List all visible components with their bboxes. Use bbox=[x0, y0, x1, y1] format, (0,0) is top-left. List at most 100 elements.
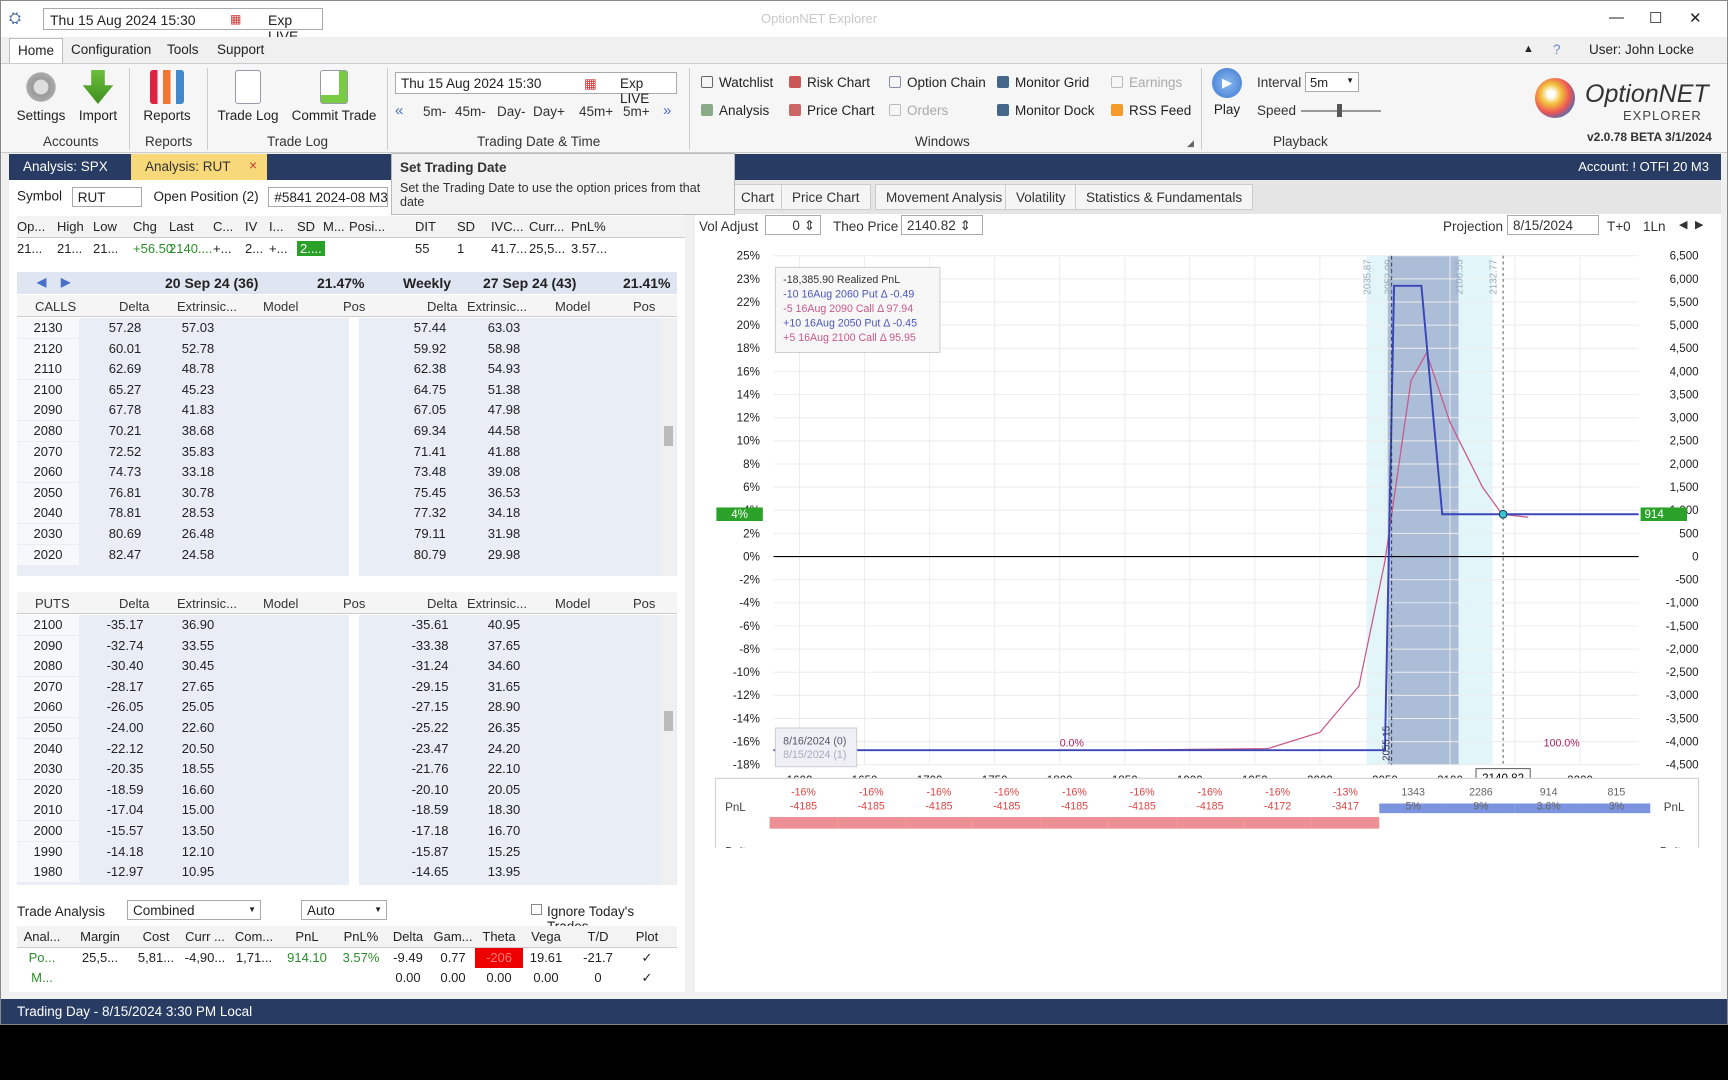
trade-analysis-mode-select[interactable]: Combined ▼ bbox=[127, 900, 261, 920]
call-row[interactable]: 2090 67.78 41.83 67.05 47.98 bbox=[17, 400, 661, 421]
quote-col-header[interactable]: SD bbox=[297, 219, 315, 234]
call-row[interactable]: 2110 62.69 48.78 62.38 54.93 bbox=[17, 359, 661, 380]
risk-chart[interactable]: 25% 6,500 23% 6,000 22% 5,500 20% 5,000 18% 4,500… bbox=[695, 248, 1721, 848]
account-label[interactable]: Account: ! OTFI 20 M3 bbox=[1578, 159, 1709, 174]
tab-movement-analysis[interactable]: Movement Analysis bbox=[875, 184, 1014, 210]
quote-col-header[interactable]: IV bbox=[245, 219, 257, 234]
put-row[interactable]: 2080 -30.40 30.45 -31.24 34.60 bbox=[17, 656, 661, 677]
quote-col-header[interactable]: SD bbox=[457, 219, 475, 234]
put-row[interactable]: 1980 -12.97 10.95 -14.65 13.95 bbox=[17, 862, 661, 883]
close-tab-icon[interactable]: × bbox=[249, 158, 257, 173]
help-icon[interactable]: ? bbox=[1553, 42, 1561, 57]
ta-row[interactable]: Po... 25,5... 5,81... -4,90... 1,71... 914.10… bbox=[17, 948, 677, 968]
ta-col-header[interactable]: Gam... bbox=[431, 929, 475, 944]
ta-col-header[interactable]: Com... bbox=[231, 929, 277, 944]
put-col-extrinsic-2[interactable]: Extrinsic... bbox=[467, 596, 527, 611]
monitor-grid-button[interactable]: Monitor Grid bbox=[997, 75, 1089, 90]
call-row[interactable]: 2130 57.28 57.03 57.44 63.03 bbox=[17, 318, 661, 338]
scroll-thumb[interactable] bbox=[664, 711, 673, 731]
quote-col-header[interactable]: PnL% bbox=[571, 219, 606, 234]
quote-col-header[interactable]: High bbox=[57, 219, 84, 234]
position-select[interactable]: #5841 2024-08 M3 bbox=[268, 187, 389, 207]
calls-scrollbar[interactable] bbox=[661, 318, 675, 576]
tab-volatility[interactable]: Volatility bbox=[1005, 184, 1077, 210]
earnings-button[interactable]: Earnings bbox=[1111, 75, 1182, 90]
menu-home[interactable]: Home bbox=[9, 38, 64, 64]
call-row[interactable]: 2020 82.47 24.58 80.79 29.98 bbox=[17, 544, 661, 565]
put-row[interactable]: 2070 -28.17 27.65 -29.15 31.65 bbox=[17, 676, 661, 697]
calendar-icon[interactable]: ▦ bbox=[584, 76, 597, 92]
quote-col-header[interactable]: Op... bbox=[17, 219, 45, 234]
step-day-plus[interactable]: Day+ bbox=[533, 104, 565, 119]
col-pos-2[interactable]: Pos bbox=[633, 299, 655, 314]
prev-projection-icon[interactable]: ◀ bbox=[1679, 218, 1687, 231]
slider-thumb[interactable] bbox=[1337, 104, 1342, 117]
call-row[interactable]: 2040 78.81 28.53 77.32 34.18 bbox=[17, 503, 661, 524]
maximize-icon[interactable]: ☐ bbox=[1649, 9, 1662, 27]
analysis-button[interactable]: Analysis bbox=[701, 103, 769, 118]
current-pnl-point[interactable] bbox=[1498, 509, 1508, 519]
date-entry[interactable]: 8/16/2024 (0) bbox=[783, 735, 846, 747]
ta-col-header[interactable]: Cost bbox=[133, 929, 179, 944]
auto-select[interactable]: Auto ▼ bbox=[301, 900, 387, 920]
col-delta-2[interactable]: Delta bbox=[427, 299, 457, 314]
menu-support[interactable]: Support bbox=[217, 42, 264, 57]
date-entry[interactable]: 8/15/2024 (1) bbox=[783, 749, 846, 761]
quote-col-header[interactable]: Chg bbox=[133, 219, 157, 234]
ln-label[interactable]: 1Ln bbox=[1643, 219, 1666, 234]
calendar-icon[interactable]: ▦ bbox=[230, 12, 241, 26]
play-button[interactable]: ▶ Play bbox=[1207, 68, 1247, 117]
commit-trade-button[interactable]: Commit Trade bbox=[289, 70, 379, 123]
put-col-delta-2[interactable]: Delta bbox=[427, 596, 457, 611]
put-row[interactable]: 2060 -26.05 25.05 -27.15 28.90 bbox=[17, 697, 661, 718]
step-back-icon[interactable]: « bbox=[395, 102, 403, 119]
call-row[interactable]: 2050 76.81 30.78 75.45 36.53 bbox=[17, 482, 661, 503]
ta-col-header[interactable]: PnL% bbox=[337, 929, 385, 944]
quote-col-header[interactable]: IVC... bbox=[491, 219, 524, 234]
scroll-thumb[interactable] bbox=[664, 426, 673, 446]
call-row[interactable]: 2070 72.52 35.83 71.41 41.88 bbox=[17, 441, 661, 462]
rss-feed-button[interactable]: RSS Feed bbox=[1111, 103, 1191, 118]
step-day-minus[interactable]: Day- bbox=[497, 104, 526, 119]
put-row[interactable]: 1990 -14.18 12.10 -15.87 15.25 bbox=[17, 841, 661, 862]
call-row[interactable]: 2100 65.27 45.23 64.75 51.38 bbox=[17, 379, 661, 400]
call-row[interactable]: 2060 74.73 33.18 73.48 39.08 bbox=[17, 462, 661, 483]
risk-chart-button[interactable]: Risk Chart bbox=[789, 75, 870, 90]
minimize-icon[interactable]: — bbox=[1609, 9, 1624, 26]
settings-button[interactable]: Settings bbox=[15, 70, 67, 123]
quote-col-header[interactable]: Curr... bbox=[529, 219, 564, 234]
tab-statistics[interactable]: Statistics & Fundamentals bbox=[1075, 184, 1254, 210]
col-pos[interactable]: Pos bbox=[343, 299, 365, 314]
next-projection-icon[interactable]: ▶ bbox=[1695, 218, 1703, 231]
ta-col-header[interactable]: Plot bbox=[627, 929, 667, 944]
trading-date-field[interactable]: Thu 15 Aug 2024 15:30 ▦ Exp LIVE bbox=[395, 72, 677, 106]
col-delta[interactable]: Delta bbox=[119, 299, 149, 314]
ta-col-header[interactable]: Theta bbox=[475, 929, 523, 944]
reports-button[interactable]: Reports bbox=[141, 70, 193, 123]
call-row[interactable]: 2080 70.21 38.68 69.34 44.58 bbox=[17, 421, 661, 441]
collapse-ribbon-icon[interactable]: ▲ bbox=[1523, 43, 1534, 55]
step-forward-icon[interactable]: » bbox=[663, 102, 671, 119]
step-45m-minus[interactable]: 45m- bbox=[455, 104, 486, 119]
put-row[interactable]: 2000 -15.57 13.50 -17.18 16.70 bbox=[17, 821, 661, 841]
put-row[interactable]: 2010 -17.04 15.00 -18.59 18.30 bbox=[17, 800, 661, 821]
put-col-pos[interactable]: Pos bbox=[343, 596, 365, 611]
menu-configuration[interactable]: Configuration bbox=[71, 42, 151, 57]
put-row[interactable]: 2020 -18.59 16.60 -20.10 20.05 bbox=[17, 779, 661, 800]
quote-col-header[interactable]: C... bbox=[213, 219, 233, 234]
menu-tools[interactable]: Tools bbox=[167, 42, 199, 57]
put-row[interactable]: 2100 -35.17 36.90 -35.61 40.95 bbox=[17, 615, 661, 635]
import-button[interactable]: Import bbox=[73, 70, 123, 123]
ta-col-header[interactable]: T/D bbox=[569, 929, 627, 944]
tab-price-chart[interactable]: Price Chart bbox=[781, 184, 871, 210]
ta-col-header[interactable]: Margin bbox=[67, 929, 133, 944]
ta-col-header[interactable]: Anal... bbox=[17, 929, 67, 944]
tab-chart[interactable]: Chart bbox=[731, 184, 786, 210]
ta-cell[interactable]: ✓ bbox=[627, 950, 667, 966]
ta-col-header[interactable]: Curr ... bbox=[179, 929, 231, 944]
tab-analysis-spx[interactable]: Analysis: SPX bbox=[9, 154, 122, 180]
prev-expiry-icon[interactable]: ◀ bbox=[37, 275, 46, 289]
quote-col-header[interactable]: M... bbox=[323, 219, 345, 234]
title-date-field[interactable]: Thu 15 Aug 2024 15:30 ▦ Exp LIVE bbox=[43, 8, 323, 44]
call-row[interactable]: 2120 60.01 52.78 59.92 58.98 bbox=[17, 338, 661, 359]
